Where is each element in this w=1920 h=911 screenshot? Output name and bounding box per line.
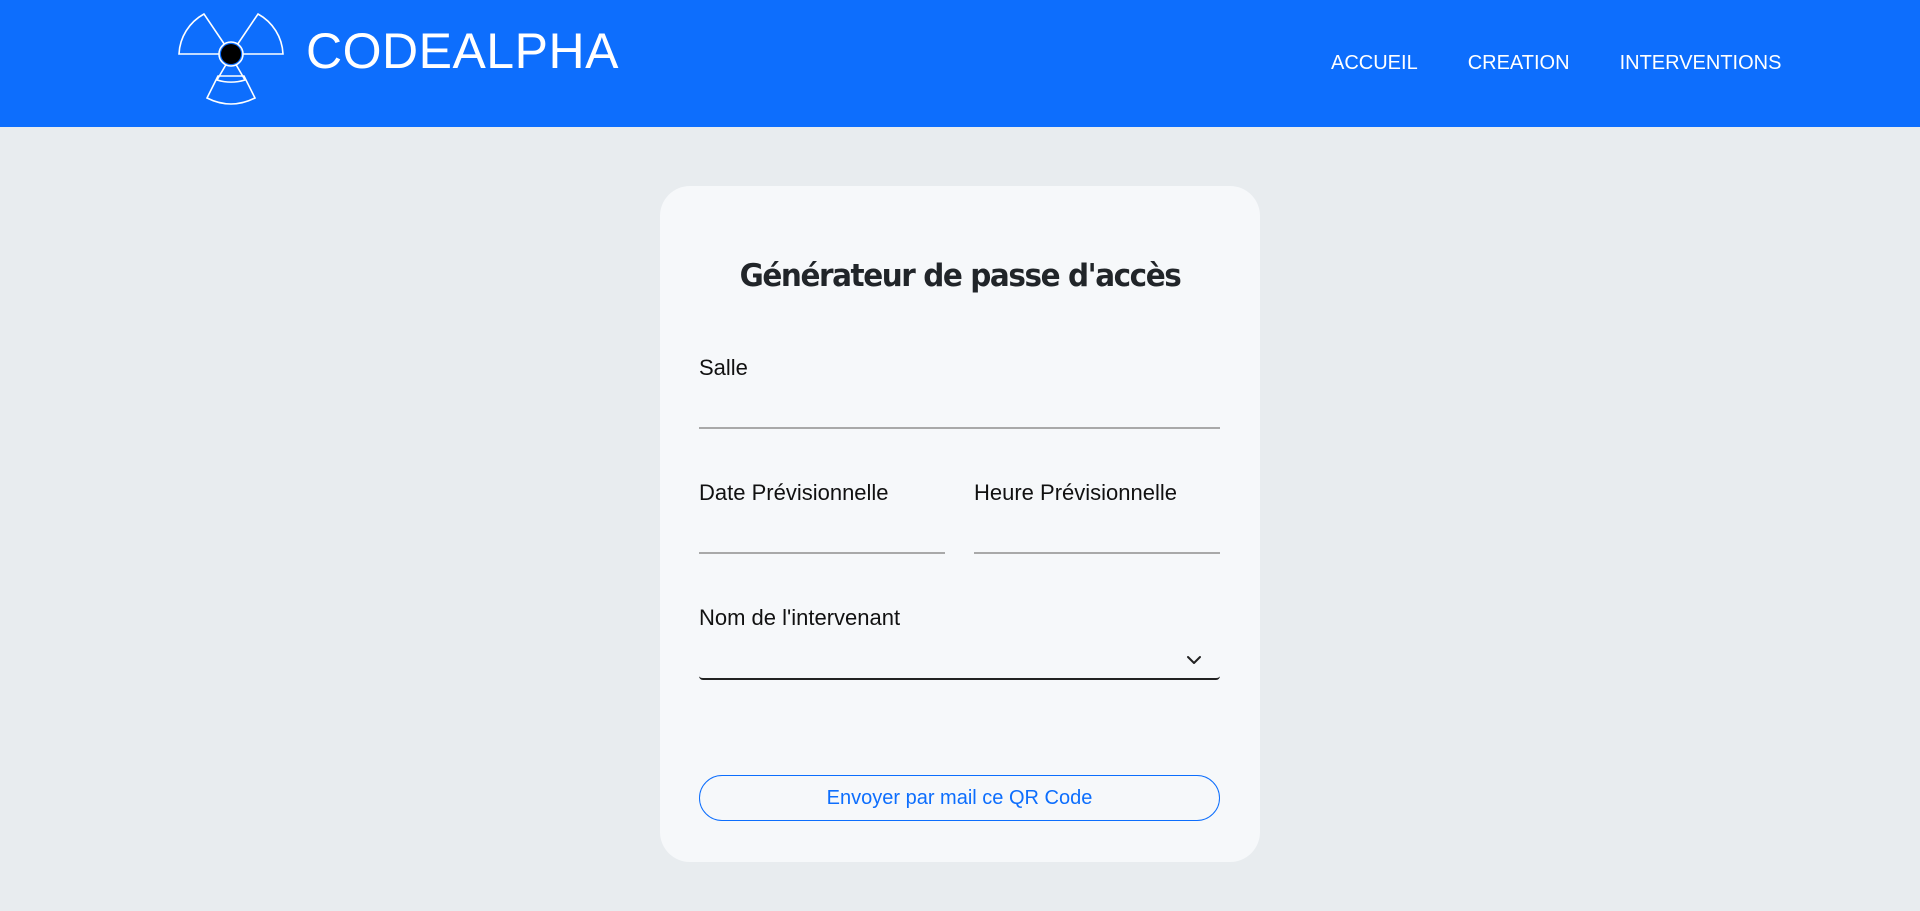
intervenant-select[interactable] bbox=[699, 646, 1220, 680]
heure-label: Heure Prévisionnelle bbox=[974, 480, 1177, 505]
nav-link-accueil[interactable]: ACCUEIL bbox=[1331, 52, 1418, 75]
salle-input[interactable] bbox=[699, 397, 1220, 429]
date-label: Date Prévisionnelle bbox=[699, 480, 889, 505]
salle-label: Salle bbox=[699, 355, 748, 380]
chevron-down-icon bbox=[1187, 656, 1201, 664]
radiation-trefoil-icon bbox=[178, 12, 284, 105]
main-nav: ACCUEIL CREATION INTERVENTIONS bbox=[1331, 52, 1781, 75]
send-qr-code-email-button[interactable]: Envoyer par mail ce QR Code bbox=[699, 775, 1220, 821]
top-navbar: CODEALPHA ACCUEIL CREATION INTERVENTIONS bbox=[0, 0, 1920, 127]
nav-link-creation[interactable]: CREATION bbox=[1468, 52, 1570, 75]
intervenant-label: Nom de l'intervenant bbox=[699, 605, 901, 630]
date-input[interactable] bbox=[699, 522, 945, 554]
heure-input[interactable] bbox=[974, 522, 1220, 554]
brand-link[interactable]: CODEALPHA bbox=[176, 6, 619, 108]
brand-name: CODEALPHA bbox=[306, 23, 619, 79]
nav-link-interventions[interactable]: INTERVENTIONS bbox=[1620, 52, 1782, 75]
form-title: Générateur de passe d'accès bbox=[739, 258, 1182, 294]
